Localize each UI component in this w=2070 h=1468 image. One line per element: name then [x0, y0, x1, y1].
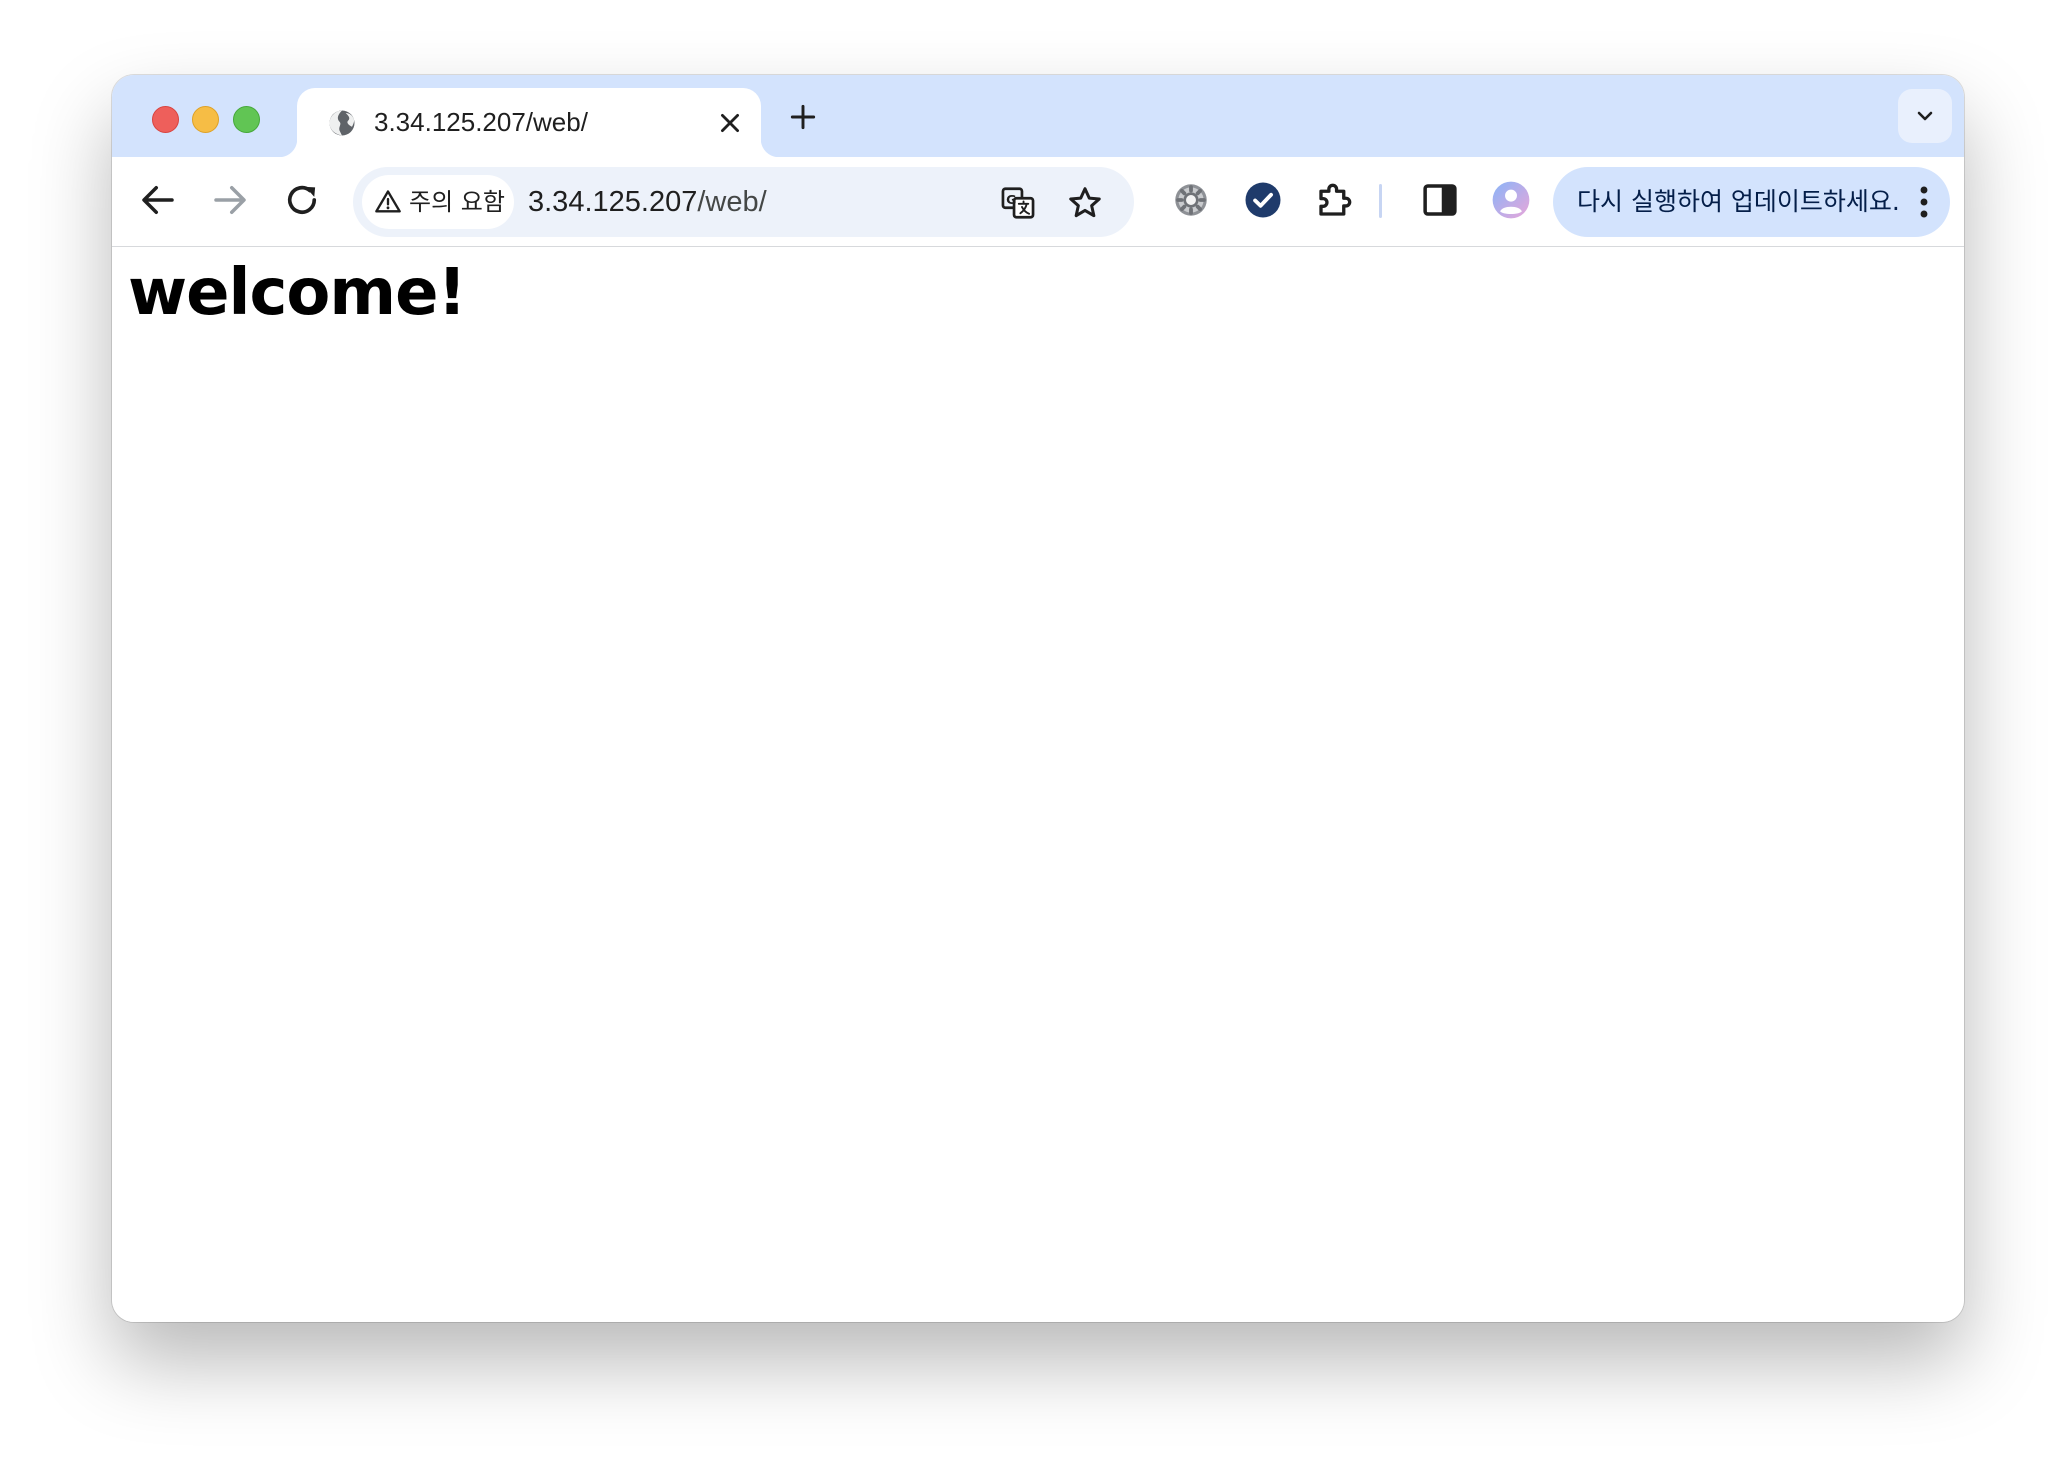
- security-warning-label: 주의 요함: [409, 188, 505, 216]
- globe-icon: [329, 110, 355, 136]
- back-arrow-icon[interactable]: [137, 179, 179, 221]
- side-panel-icon[interactable]: [1419, 179, 1461, 221]
- bookmark-star-icon[interactable]: [1066, 184, 1104, 222]
- page-heading: welcome!: [128, 256, 467, 330]
- new-tab-icon[interactable]: [787, 101, 819, 133]
- tab-strip: 3.34.125.207/web/: [112, 75, 1964, 157]
- browser-window: 3.34.125.207/web/ 주의 요함 3.34.125.207/web…: [112, 75, 1964, 1322]
- svg-text:G: G: [1006, 192, 1016, 207]
- maximize-window-button[interactable]: [233, 106, 260, 133]
- address-bar[interactable]: 주의 요함 3.34.125.207/web/ G: [353, 167, 1134, 237]
- tab-title: 3.34.125.207/web/: [374, 107, 588, 137]
- warning-triangle-icon: [375, 190, 401, 213]
- minimize-window-button[interactable]: [192, 106, 219, 133]
- relaunch-update-button[interactable]: 다시 실행하여 업데이트하세요.: [1553, 167, 1950, 237]
- reload-icon[interactable]: [281, 179, 323, 221]
- page-content: welcome!: [112, 247, 1964, 1322]
- chevron-down-icon: [1917, 111, 1933, 121]
- url-host: 3.34.125.207: [528, 186, 698, 218]
- settings-gear-icon[interactable]: [1170, 179, 1212, 221]
- tab-search-button[interactable]: [1898, 89, 1952, 143]
- extension-check-icon[interactable]: [1242, 179, 1284, 221]
- toolbar-separator: [1379, 184, 1382, 218]
- active-tab[interactable]: 3.34.125.207/web/: [279, 88, 779, 157]
- update-label: 다시 실행하여 업데이트하세요.: [1577, 187, 1900, 216]
- extensions-puzzle-icon[interactable]: [1314, 179, 1356, 221]
- profile-avatar-icon[interactable]: [1490, 179, 1532, 221]
- close-window-button[interactable]: [152, 106, 179, 133]
- forward-arrow-icon[interactable]: [209, 179, 251, 221]
- toolbar: 주의 요함 3.34.125.207/web/ G 다시 실행하여 업데이트하세…: [112, 157, 1964, 247]
- more-vert-icon[interactable]: [1918, 184, 1930, 220]
- url-path: /web/: [697, 186, 767, 218]
- close-tab-icon[interactable]: [717, 110, 743, 136]
- translate-icon[interactable]: G: [999, 184, 1037, 222]
- url-text[interactable]: 3.34.125.207/web/: [528, 183, 767, 221]
- security-warning-chip[interactable]: 주의 요함: [362, 175, 514, 229]
